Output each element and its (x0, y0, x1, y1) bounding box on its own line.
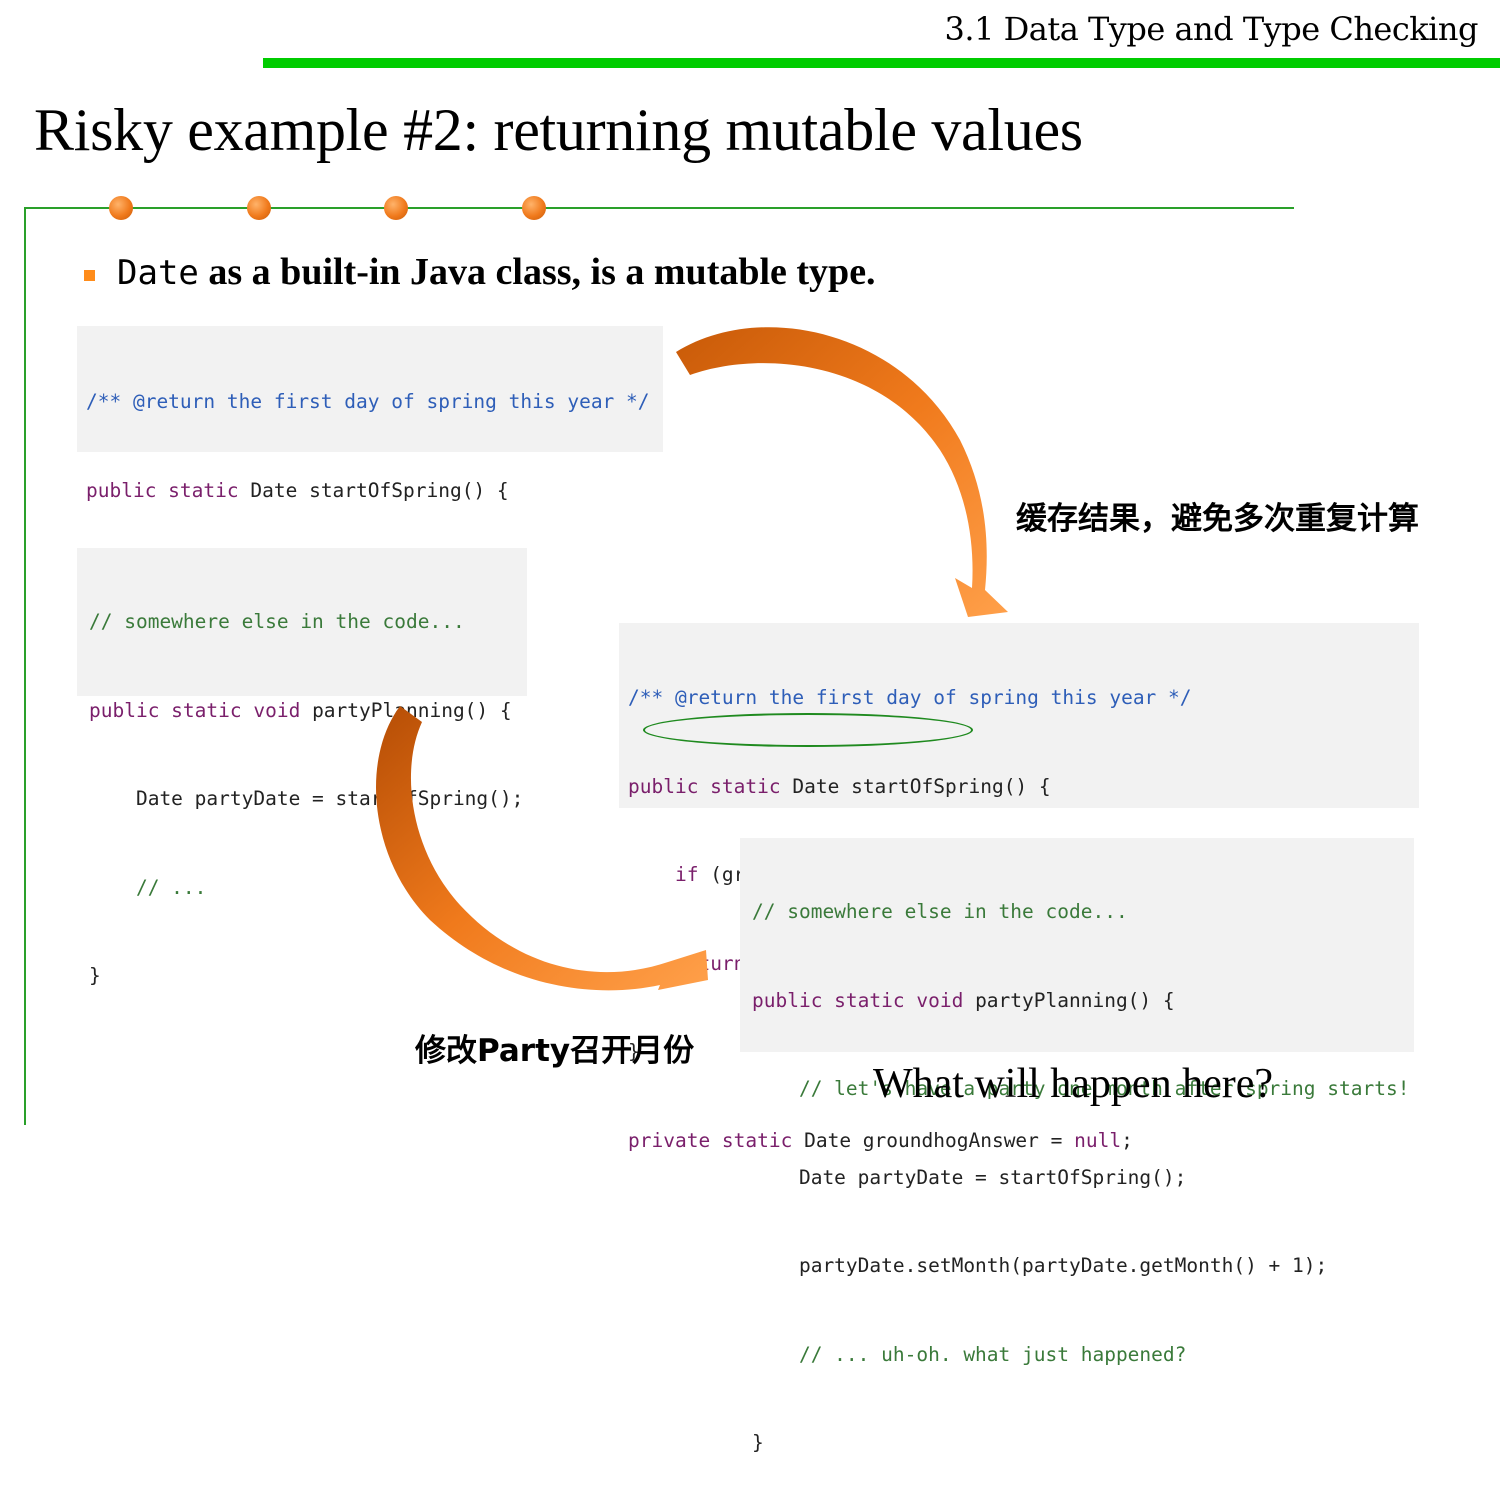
code-line: } (752, 1431, 764, 1454)
arrows-layer (376, 327, 1008, 991)
code-line: private static Date groundhogAnswer = nu… (628, 1128, 1133, 1152)
note-cache-result: 缓存结果，避免多次重复计算 (1016, 501, 1419, 537)
note-modify-month: 修改Party召开月份 (415, 1033, 695, 1069)
curved-arrow-right-icon (376, 706, 708, 991)
code-line: // ... uh-oh. what just happened? (752, 1342, 1187, 1366)
code-line: partyDate.setMonth(partyDate.getMonth() … (752, 1254, 1328, 1277)
code-line: Date partyDate = startOfSpring(); (752, 1165, 1187, 1189)
curved-arrow-down-icon (676, 327, 1008, 617)
question-text: What will happen here? (873, 1061, 1273, 1107)
